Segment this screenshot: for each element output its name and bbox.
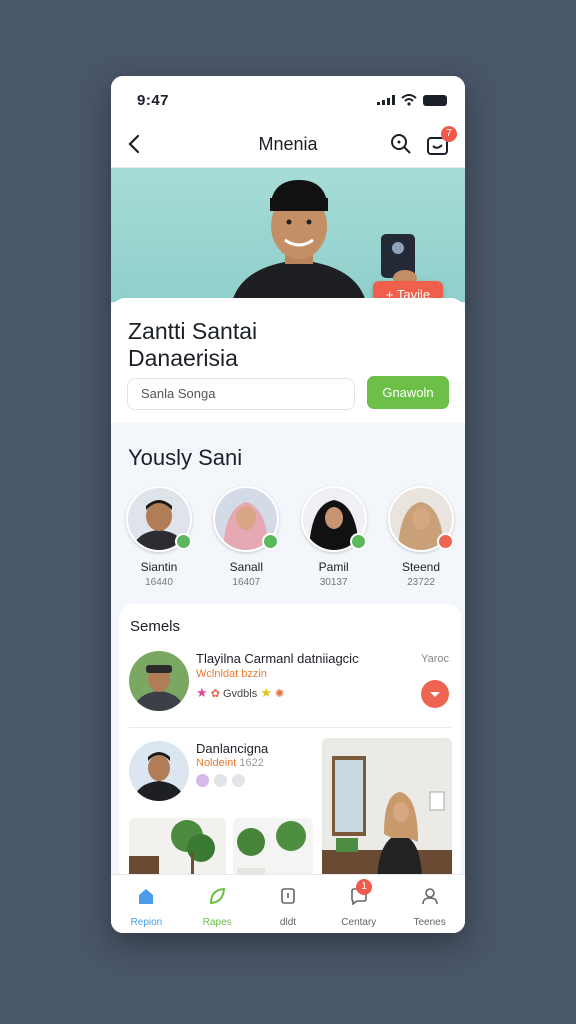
person-name: Steend: [401, 560, 440, 574]
feed-item-meta-text: Gvdbls: [223, 688, 258, 700]
wifi-icon: [401, 94, 417, 106]
feed-item[interactable]: Tlayilna Carmanl datniiagcic Wclnldat bz…: [119, 646, 461, 726]
tab-badge: 1: [356, 879, 373, 895]
tag-icon: [214, 774, 227, 787]
status-busy-icon: [436, 533, 454, 550]
people-list: Siantin 16440 Sanall 16407 Pamil 30137 S…: [123, 486, 457, 588]
tab-centary[interactable]: 1 Centary: [323, 875, 394, 933]
tab-label: Rapes: [202, 917, 232, 928]
section-title: Yously Sani: [128, 445, 243, 470]
feed-item-meta: ★ ✿ Gvdbls ★ ✺: [196, 685, 284, 701]
hero-banner: + Tavile: [111, 168, 465, 302]
hero-person-image: [232, 180, 366, 302]
person-card[interactable]: Sanall 16407: [210, 486, 282, 588]
document-icon: [281, 888, 295, 904]
tab-label: dldt: [279, 917, 297, 928]
feed-item-subtitle-text: Noldeint: [196, 757, 237, 769]
tab-label: Centary: [341, 917, 377, 928]
profile-name-line1: Zantti Santai: [128, 318, 258, 344]
primary-action-button[interactable]: Gnawoln: [367, 376, 449, 409]
cart-badge: 7: [441, 126, 457, 142]
person-name: Sanall: [229, 560, 263, 574]
feed-item-subtitle: Noldeint 1622: [196, 757, 264, 769]
tab-label: Repion: [130, 917, 163, 928]
person-card[interactable]: Siantin 16440: [123, 486, 195, 588]
tab-label: Teenes: [413, 917, 446, 928]
yellow-star-icon: ★: [260, 685, 272, 700]
feed-item-avatar: [129, 741, 189, 801]
flower-icon: ✿: [210, 688, 220, 700]
phone-in-hand-image: [381, 234, 417, 284]
tag-icon: [196, 774, 209, 787]
person-card[interactable]: Pamil 30137: [298, 486, 370, 588]
feed-item-title: Danlancigna: [196, 741, 269, 756]
avatar: [387, 486, 454, 552]
person-count: 23722: [407, 577, 435, 588]
pink-star-icon: ★: [196, 685, 208, 700]
feed-item-count: 1622: [239, 757, 264, 769]
tab-dldt[interactable]: dldt: [253, 875, 324, 933]
expand-button[interactable]: [421, 680, 449, 708]
divider: [129, 727, 451, 728]
profile-icon: [421, 888, 438, 905]
feed-item-tags: [196, 774, 245, 787]
leaf-icon: [210, 887, 226, 905]
battery-icon: [423, 94, 447, 106]
feed-item-right-label: Yaroc: [421, 653, 449, 665]
profile-name-line2: Danaerisia: [128, 345, 238, 371]
person-name: Pamil: [318, 560, 349, 574]
feed-photo[interactable]: [322, 738, 452, 883]
feed-item-subtitle: Wclnldat bzzin: [196, 668, 267, 680]
online-check-icon: [175, 533, 192, 550]
cart-button[interactable]: 7: [425, 126, 457, 158]
tab-bar: Repion Rapes dldt 1 Centary Teenes: [111, 874, 465, 933]
top-nav: Mnenia 7: [111, 122, 465, 168]
feed-heading: Semels: [130, 618, 181, 635]
profile-name: Zantti Santai Danaerisia: [128, 318, 378, 372]
feed-item-avatar: [129, 651, 189, 711]
phone-screen: 9:47 Mnenia 7 + Tavile Zantti Santai Dan…: [111, 76, 465, 933]
chevron-down-icon: [430, 692, 440, 697]
online-check-icon: [262, 533, 280, 550]
status-time: 9:47: [137, 92, 170, 109]
avatar: [213, 486, 280, 552]
status-icons: [377, 94, 447, 106]
feed-item-title: Tlayilna Carmanl datniiagcic: [196, 651, 359, 666]
online-check-icon: [349, 533, 367, 550]
tab-teenes[interactable]: Teenes: [394, 875, 465, 933]
tab-repion[interactable]: Repion: [111, 875, 182, 933]
person-count: 30137: [319, 577, 348, 588]
search-input[interactable]: Sanla Songa: [127, 378, 355, 410]
person-card[interactable]: Steend 23722: [385, 486, 457, 588]
avatar: [126, 486, 192, 552]
avatar: [300, 486, 367, 552]
spark-icon: ✺: [275, 688, 285, 700]
tab-rapes[interactable]: Rapes: [182, 875, 253, 933]
person-count: 16440: [145, 577, 173, 588]
person-count: 16407: [232, 577, 261, 588]
person-name: Siantin: [140, 560, 178, 574]
search-icon[interactable]: [389, 132, 413, 156]
status-bar: 9:47: [111, 76, 465, 122]
tag-icon: [232, 774, 245, 787]
signal-icon: [377, 95, 395, 105]
profile-card: Zantti Santai Danaerisia Sanla Songa Gnaw…: [111, 298, 465, 423]
home-icon: [139, 889, 154, 904]
